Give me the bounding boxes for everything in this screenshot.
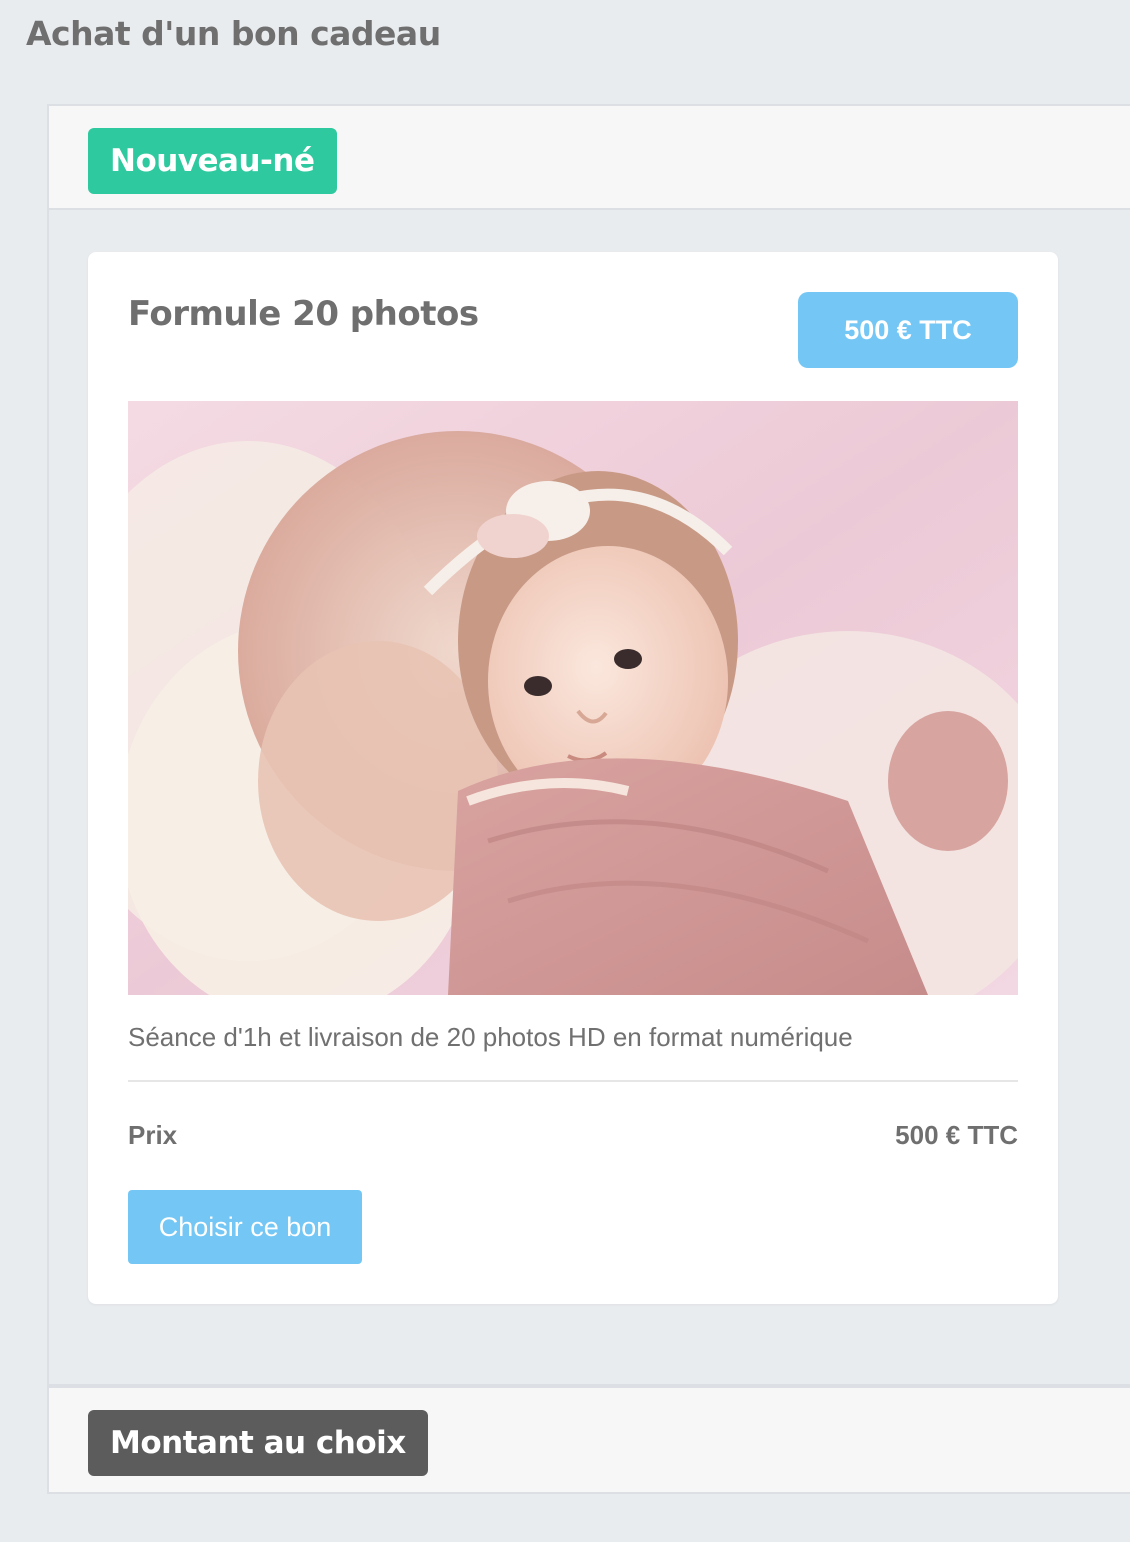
voucher-card: Formule 20 photos 500 € TTC Séance d'1h … [88,252,1058,1304]
choose-voucher-button[interactable]: Choisir ce bon [128,1190,362,1264]
price-value: 500 € TTC [895,1120,1018,1150]
category-panel-custom-amount: Montant au choix [47,1386,1130,1494]
category-panel-newborn: Nouveau-né Formule 20 photos 500 € TTC S… [47,104,1130,1386]
category-badge-custom-amount[interactable]: Montant au choix [88,1410,428,1476]
voucher-price-badge: 500 € TTC [798,292,1018,368]
category-badge-newborn[interactable]: Nouveau-né [88,128,337,194]
divider [128,1080,1018,1082]
price-label: Prix [128,1120,178,1150]
page-title: Achat d'un bon cadeau [26,14,441,53]
category-header-newborn[interactable]: Nouveau-né [49,106,1130,210]
newborn-photo [128,401,1018,995]
category-header-custom-amount[interactable]: Montant au choix [49,1388,1130,1492]
voucher-title: Formule 20 photos [128,294,479,334]
voucher-description: Séance d'1h et livraison de 20 photos HD… [128,1022,853,1052]
